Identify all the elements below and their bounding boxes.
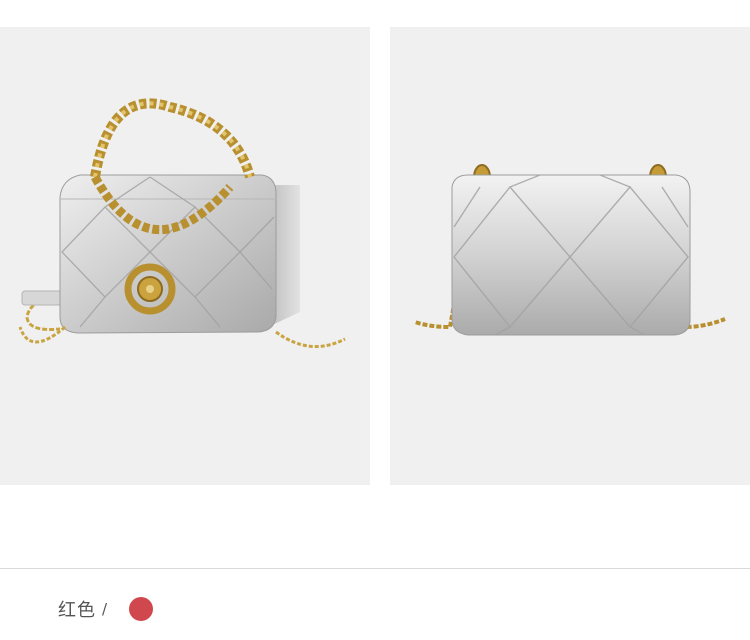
- color-option[interactable]: 红色 /: [58, 596, 154, 622]
- section-divider: [0, 568, 750, 569]
- silver-quilted-chain-bag-front: [414, 164, 726, 336]
- color-separator: /: [102, 600, 108, 618]
- product-image-angled: [0, 27, 370, 485]
- product-image-front: [390, 27, 750, 485]
- color-swatch[interactable]: [129, 597, 154, 621]
- color-name: 红色: [58, 600, 96, 621]
- silver-quilted-chain-bag-angled: [18, 98, 346, 349]
